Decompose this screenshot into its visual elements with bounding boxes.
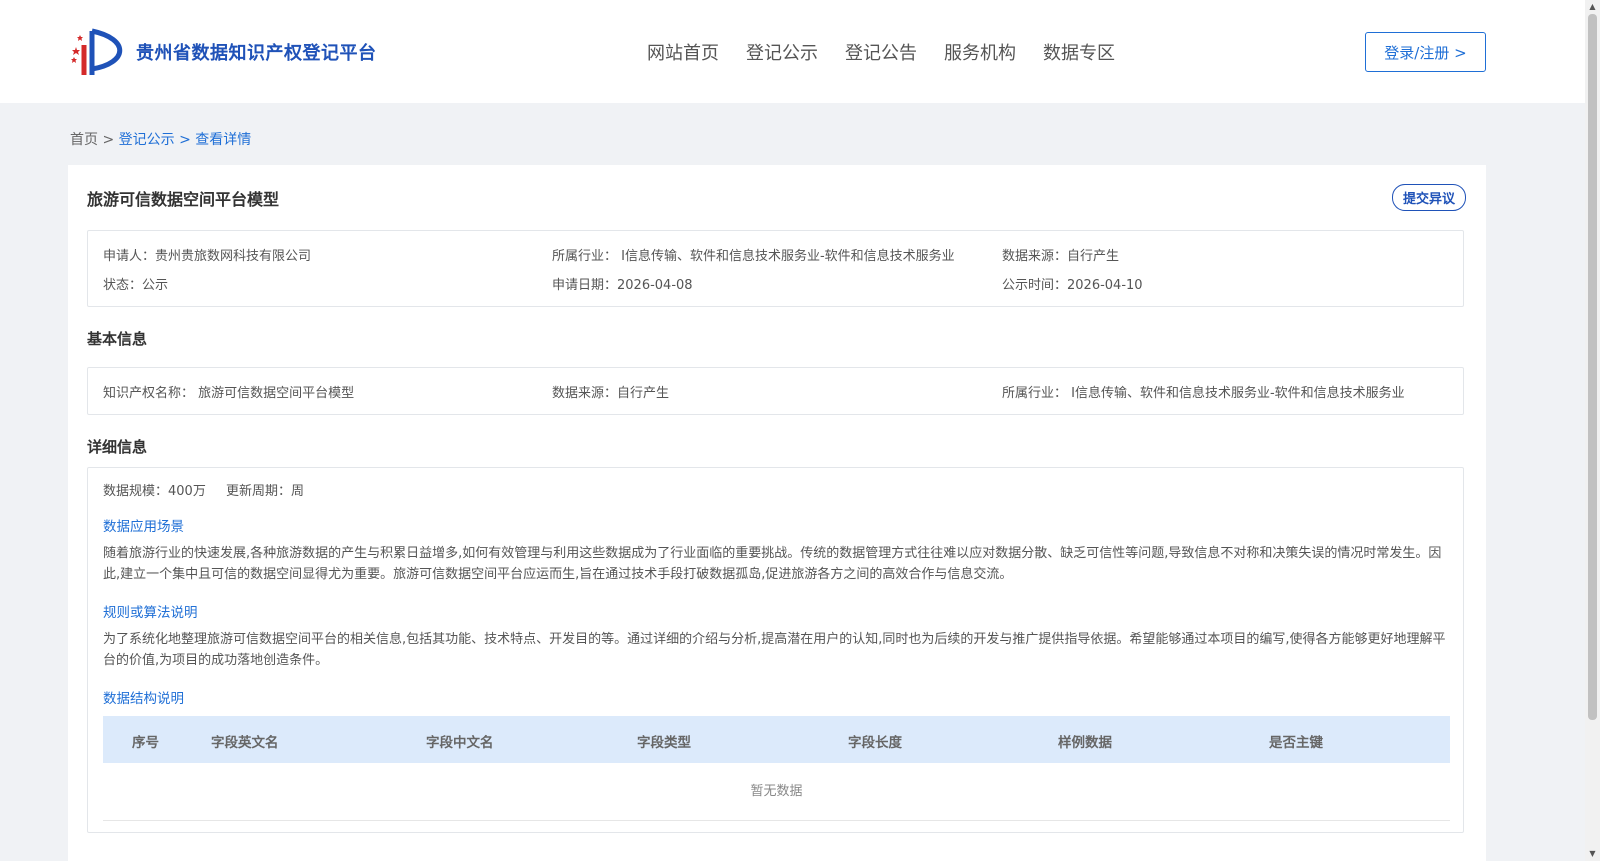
scenario-text: 随着旅游行业的快速发展,各种旅游数据的产生与积累日益增多,如何有效管理与利用这些… bbox=[103, 546, 1442, 582]
status-field: 状态：公示 bbox=[103, 278, 169, 293]
detail-info-heading: 详细信息 bbox=[87, 438, 148, 456]
page-scrollbar[interactable]: ▲ ▼ bbox=[1585, 0, 1600, 861]
site-logo[interactable]: 贵州省数据知识产权登记平台 bbox=[70, 27, 377, 77]
col-primary-key: 是否主键 bbox=[1269, 735, 1323, 751]
scenario-heading: 数据应用场景 bbox=[103, 519, 184, 535]
rules-heading: 规则或算法说明 bbox=[103, 605, 198, 621]
basic-data-source-field: 数据来源：自行产生 bbox=[552, 386, 670, 401]
nav-service-institutions[interactable]: 服务机构 bbox=[944, 39, 1016, 65]
data-source-field: 数据来源：自行产生 bbox=[1002, 249, 1120, 264]
basic-info-box: 知识产权名称： 旅游可信数据空间平台模型 数据来源：自行产生 所属行业： I信息… bbox=[87, 367, 1464, 415]
scroll-up-arrow-icon[interactable]: ▲ bbox=[1585, 0, 1600, 14]
structure-table-header: 序号 字段英文名 字段中文名 字段类型 字段长度 样例数据 是否主键 bbox=[103, 716, 1450, 763]
update-cycle-field: 更新周期：周 bbox=[226, 484, 305, 499]
main-nav: 网站首页 登记公示 登记公告 服务机构 数据专区 bbox=[647, 39, 1142, 65]
col-field-cn: 字段中文名 bbox=[426, 735, 494, 751]
nav-home[interactable]: 网站首页 bbox=[647, 39, 719, 65]
table-empty-state: 暂无数据 bbox=[103, 763, 1450, 821]
publicity-date-field: 公示时间：2026-04-10 bbox=[1002, 278, 1143, 293]
detail-card: 旅游可信数据空间平台模型 提交异议 申请人：贵州贵旅数网科技有限公司 所属行业：… bbox=[68, 165, 1486, 861]
ip-name-field: 知识产权名称： 旅游可信数据空间平台模型 bbox=[103, 386, 355, 401]
col-sample-data: 样例数据 bbox=[1058, 735, 1112, 751]
nav-registration-publicity[interactable]: 登记公示 bbox=[746, 39, 818, 65]
industry-field: 所属行业： I信息传输、软件和信息技术服务业-软件和信息技术服务业 bbox=[552, 249, 955, 264]
structure-heading: 数据结构说明 bbox=[103, 691, 184, 707]
col-field-length: 字段长度 bbox=[848, 735, 902, 751]
breadcrumb-current[interactable]: 查看详情 bbox=[195, 129, 251, 149]
col-field-en: 字段英文名 bbox=[211, 735, 279, 751]
data-scale-field: 数据规模：400万 bbox=[103, 484, 206, 499]
breadcrumb-home[interactable]: 首页 > bbox=[70, 129, 119, 149]
submit-objection-button[interactable]: 提交异议 bbox=[1392, 184, 1466, 211]
top-header: 贵州省数据知识产权登记平台 网站首页 登记公示 登记公告 服务机构 数据专区 登… bbox=[0, 0, 1585, 103]
col-field-type: 字段类型 bbox=[637, 735, 691, 751]
scroll-down-arrow-icon[interactable]: ▼ bbox=[1585, 847, 1600, 861]
apply-date-field: 申请日期：2026-04-08 bbox=[552, 278, 693, 293]
scroll-thumb[interactable] bbox=[1588, 14, 1597, 720]
login-register-button[interactable]: 登录/注册 > bbox=[1365, 32, 1486, 72]
detail-info-box: 数据规模：400万 更新周期：周 数据应用场景 随着旅游行业的快速发展,各种旅游… bbox=[87, 467, 1464, 833]
breadcrumb-publicity[interactable]: 登记公示 > bbox=[119, 129, 196, 149]
summary-box: 申请人：贵州贵旅数网科技有限公司 所属行业： I信息传输、软件和信息技术服务业-… bbox=[87, 230, 1464, 307]
page-title: 旅游可信数据空间平台模型 bbox=[87, 190, 280, 209]
rules-text: 为了系统化地整理旅游可信数据空间平台的相关信息,包括其功能、技术特点、开发目的等… bbox=[103, 632, 1446, 668]
basic-industry-field: 所属行业： I信息传输、软件和信息技术服务业-软件和信息技术服务业 bbox=[1002, 386, 1405, 401]
col-index: 序号 bbox=[132, 735, 159, 751]
basic-info-heading: 基本信息 bbox=[87, 330, 148, 348]
nav-data-zone[interactable]: 数据专区 bbox=[1043, 39, 1115, 65]
breadcrumb: 首页 > 登记公示 > 查看详情 bbox=[70, 129, 251, 149]
nav-registration-announcement[interactable]: 登记公告 bbox=[845, 39, 917, 65]
applicant-field: 申请人：贵州贵旅数网科技有限公司 bbox=[103, 249, 312, 264]
site-title: 贵州省数据知识产权登记平台 bbox=[136, 43, 377, 64]
logo-emblem-icon bbox=[71, 28, 123, 75]
